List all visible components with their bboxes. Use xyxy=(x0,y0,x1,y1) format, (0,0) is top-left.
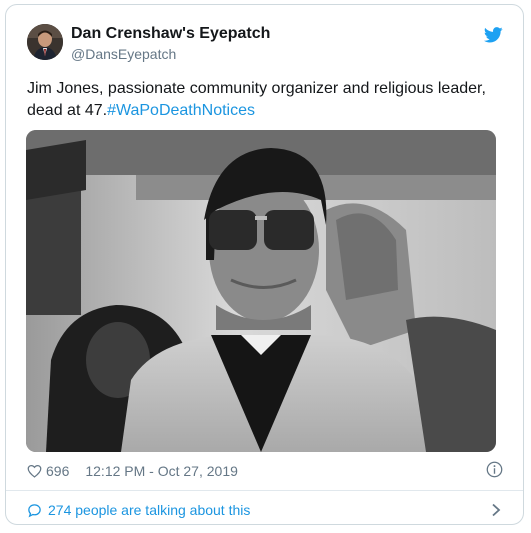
avatar[interactable] xyxy=(27,24,63,60)
tweet-text: Jim Jones, passionate community organize… xyxy=(27,78,507,122)
speech-bubble-icon xyxy=(28,503,41,517)
heart-icon[interactable] xyxy=(27,464,42,478)
twitter-bird-icon[interactable] xyxy=(484,27,503,43)
like-count[interactable]: 696 xyxy=(46,463,69,479)
display-name[interactable]: Dan Crenshaw's Eyepatch xyxy=(71,25,270,43)
hashtag-link[interactable]: #WaPoDeathNotices xyxy=(107,102,255,119)
tweet-body: Jim Jones, passionate community organize… xyxy=(27,80,486,119)
tweet-card[interactable]: Dan Crenshaw's Eyepatch @DansEyepatch Ji… xyxy=(5,4,524,525)
conversation-link[interactable]: 274 people are talking about this xyxy=(27,499,250,521)
tweet-photo[interactable] xyxy=(26,130,496,452)
conversation-text[interactable]: 274 people are talking about this xyxy=(48,502,250,518)
info-icon[interactable] xyxy=(486,461,503,478)
chevron-right-icon[interactable] xyxy=(491,503,501,517)
tweet-meta: 696 12:12 PM - Oct 27, 2019 xyxy=(27,461,238,481)
divider xyxy=(6,490,523,491)
user-handle[interactable]: @DansEyepatch xyxy=(71,46,176,62)
timestamp[interactable]: 12:12 PM - Oct 27, 2019 xyxy=(85,463,238,479)
